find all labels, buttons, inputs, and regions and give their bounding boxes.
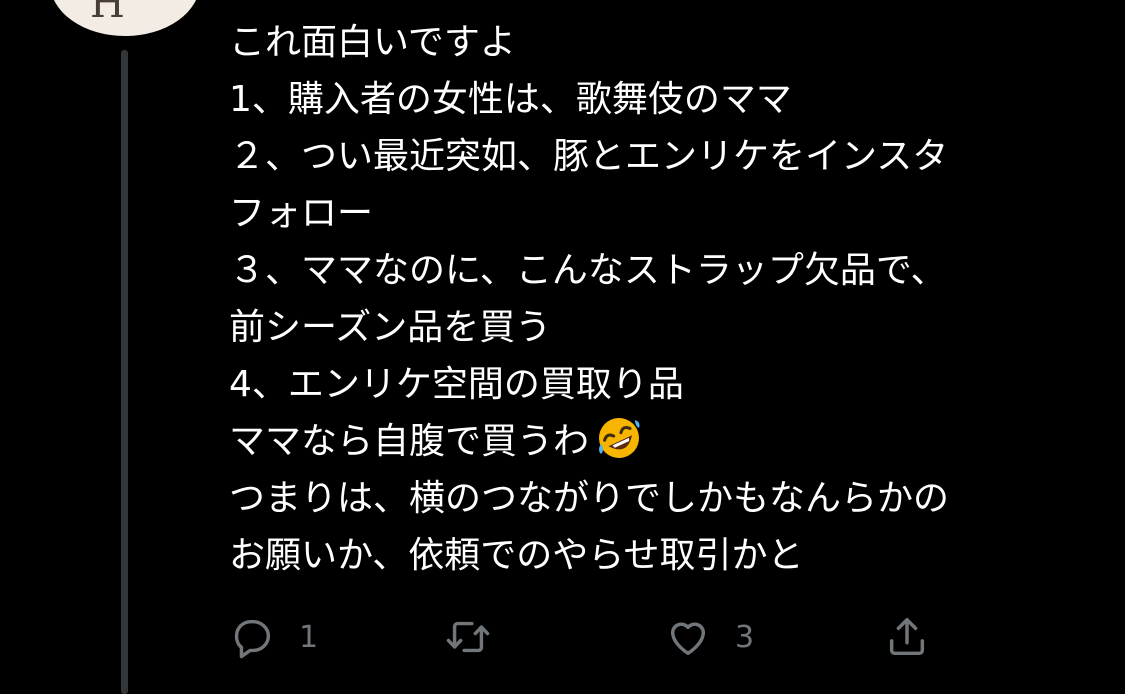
tweet-line: これ面白いですよ xyxy=(229,22,516,63)
retweet-button[interactable] xyxy=(445,605,515,669)
tweet-line-with-emoji: ママなら自腹で買うわ xyxy=(229,413,1109,470)
like-count: 3 xyxy=(735,619,755,655)
tweet-line: 4、エンリケ空間の買取り品 xyxy=(229,364,684,405)
rolling-on-the-floor-laughing-emoji-icon xyxy=(599,418,640,458)
tweet-line: つまりは、横のつながりでしかもなんらかの xyxy=(229,478,950,519)
reply-icon xyxy=(234,619,271,659)
reply-button[interactable]: 1 xyxy=(229,605,318,669)
tweet-line: ２、つい最近突如、豚とエンリケをインスタ xyxy=(229,136,949,177)
tweet-line: ３、ママなのに、こんなストラップ欠品で、 xyxy=(229,250,947,291)
tweet-line: 前シーズン品を買う xyxy=(229,307,552,348)
reply-count: 1 xyxy=(299,619,319,655)
like-button[interactable]: 3 xyxy=(665,605,754,669)
tweet-line: お願いか、依頼でのやらせ取引かと xyxy=(229,535,804,576)
tweet-line: 1、購入者の女性は、歌舞伎のママ xyxy=(229,79,792,120)
tweet-line-text: ママなら自腹で買うわ xyxy=(229,421,590,462)
thread-line xyxy=(121,50,128,694)
tweet-line: フォロー xyxy=(229,193,374,234)
retweet-icon xyxy=(446,621,490,653)
tweet-text: これ面白いですよ 1、購入者の女性は、歌舞伎のママ ２、つい最近突如、豚とエンリ… xyxy=(229,14,1109,584)
heart-icon xyxy=(670,622,706,656)
tweet-actions: 1 3 xyxy=(229,605,949,669)
avatar-glyph: H xyxy=(90,0,125,27)
share-icon xyxy=(889,618,925,656)
share-button[interactable] xyxy=(884,605,930,669)
avatar[interactable]: H xyxy=(50,0,200,36)
